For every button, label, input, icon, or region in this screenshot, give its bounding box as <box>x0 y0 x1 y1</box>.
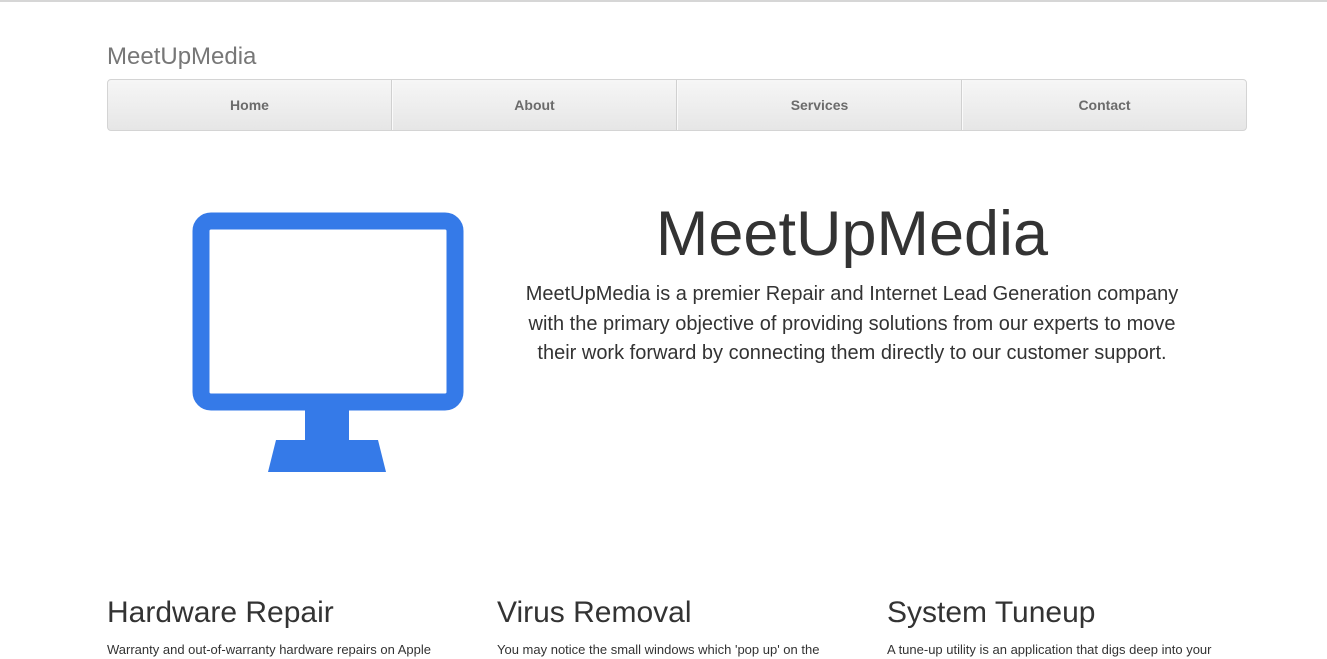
feature-text: A tune-up utility is an application that… <box>887 642 1212 657</box>
feature-hardware-repair: Hardware Repair Warranty and out-of-warr… <box>107 595 467 659</box>
main-navbar: Home About Services Contact <box>107 79 1247 131</box>
brand-link[interactable]: MeetUpMedia <box>107 42 256 72</box>
feature-text: Warranty and out-of-warranty hardware re… <box>107 642 431 657</box>
hero-description: MeetUpMedia is a premier Repair and Inte… <box>525 283 1179 364</box>
feature-system-tuneup: System Tuneup A tune-up utility is an ap… <box>887 595 1247 659</box>
monitor-icon <box>192 212 464 474</box>
nav-services[interactable]: Services <box>677 80 962 130</box>
window-top-border <box>0 0 1327 2</box>
feature-virus-removal: Virus Removal You may notice the small w… <box>497 595 857 659</box>
feature-text: You may notice the small windows which '… <box>497 642 820 657</box>
nav-about[interactable]: About <box>392 80 677 130</box>
feature-title: Hardware Repair <box>107 596 334 629</box>
feature-title: System Tuneup <box>887 596 1096 629</box>
nav-home[interactable]: Home <box>108 80 392 130</box>
feature-title: Virus Removal <box>497 596 692 629</box>
hero-title: MeetUpMedia <box>655 199 1049 269</box>
nav-contact[interactable]: Contact <box>962 80 1246 130</box>
